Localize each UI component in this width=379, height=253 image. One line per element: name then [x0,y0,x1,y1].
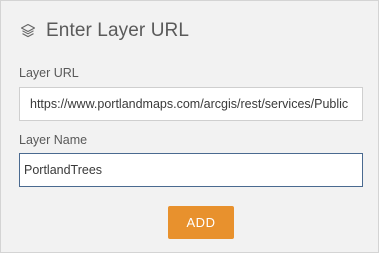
layer-url-label: Layer URL [19,66,79,80]
add-button[interactable]: ADD [168,206,234,239]
layer-name-input[interactable] [19,153,363,187]
panel-title: Enter Layer URL [46,20,190,41]
layer-name-label: Layer Name [19,133,88,147]
add-layer-panel: Enter Layer URL Layer URL Layer Name ADD [0,0,379,253]
layer-url-input[interactable] [19,87,363,121]
panel-header: Enter Layer URL [19,19,189,43]
layers-icon [19,22,37,40]
